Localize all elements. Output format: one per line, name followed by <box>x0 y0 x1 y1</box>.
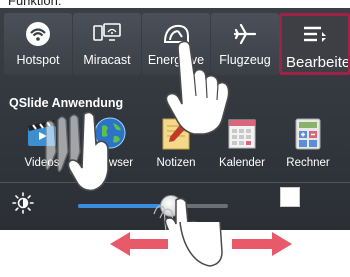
calendar-icon <box>224 116 260 150</box>
wifi-hotspot-icon <box>4 21 72 47</box>
qslide-app-calendar[interactable]: Kalender <box>208 112 276 176</box>
divider <box>0 182 350 183</box>
qslide-app-calculator[interactable]: Rechner <box>274 112 342 176</box>
calculator-icon <box>290 116 326 150</box>
quick-settings-row: Hotspot Miracast Energieve Flugzeug Bear… <box>4 9 350 81</box>
brightness-fill <box>78 204 171 208</box>
arrow-right-icon <box>232 232 292 256</box>
quick-setting-label: Miracast <box>83 53 131 67</box>
notification-panel: Hotspot Miracast Energieve Flugzeug Bear… <box>0 8 350 230</box>
qslide-app-label: wser <box>108 157 134 169</box>
airplane-icon <box>211 21 279 47</box>
miracast-icon <box>73 21 141 47</box>
arrow-left-icon <box>110 232 168 256</box>
qslide-app-videos[interactable]: Videos <box>8 112 76 176</box>
video-clapper-icon <box>24 116 60 150</box>
swipe-arrows <box>0 221 350 272</box>
quick-setting-label: Flugzeug <box>219 53 271 67</box>
qslide-app-label: Notizen <box>156 157 196 169</box>
quick-setting-label: Energieve <box>147 53 205 67</box>
edit-list-icon <box>282 22 348 48</box>
qslide-app-label: Rechner <box>286 157 330 169</box>
qslide-app-label: Videos <box>24 157 60 169</box>
quick-setting-airplane[interactable]: Flugzeug <box>211 13 279 75</box>
auto-brightness-checkbox[interactable] <box>280 187 300 207</box>
qslide-app-notes[interactable]: Notizen <box>142 112 210 176</box>
quick-setting-energy-saver[interactable]: Energieve <box>142 13 210 75</box>
energy-saver-icon <box>142 21 210 47</box>
notepad-icon <box>158 116 194 150</box>
top-cut-text: Funktion: <box>8 0 62 8</box>
brightness-slider-thumb[interactable] <box>160 195 182 217</box>
qslide-app-label: Kalender <box>218 157 266 169</box>
brightness-sun-icon <box>12 192 34 214</box>
quick-setting-miracast[interactable]: Miracast <box>73 13 141 75</box>
qslide-app-browser[interactable]: wser <box>76 112 144 176</box>
quick-setting-label: Bearbeite <box>286 54 350 71</box>
qslide-title: QSlide Anwendung <box>9 96 124 110</box>
quick-setting-hotspot[interactable]: Hotspot <box>4 13 72 75</box>
browser-globe-icon <box>92 116 128 150</box>
qslide-apps: Videos wser Notizen Kalender Rechner <box>0 112 350 176</box>
quick-setting-edit[interactable]: Bearbeite <box>279 13 350 75</box>
quick-setting-label: Hotspot <box>16 53 60 67</box>
